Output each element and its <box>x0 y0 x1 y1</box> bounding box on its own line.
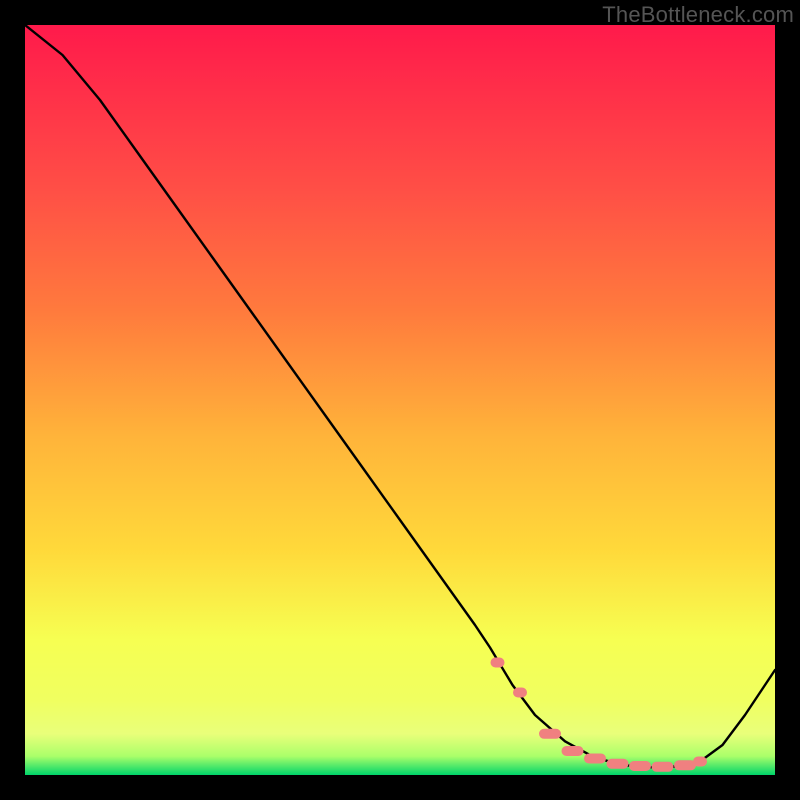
highlight-dot <box>562 746 584 756</box>
highlight-dot <box>584 754 606 764</box>
highlight-dot <box>539 729 561 739</box>
highlight-dot <box>491 658 505 668</box>
highlight-dot <box>652 762 674 772</box>
highlight-dot <box>513 688 527 698</box>
plot-area <box>25 25 775 775</box>
highlight-dot <box>693 757 707 767</box>
highlight-dot <box>674 760 696 770</box>
highlight-dot <box>629 761 651 771</box>
chart-frame: TheBottleneck.com <box>0 0 800 800</box>
chart-svg <box>25 25 775 775</box>
highlight-dot <box>607 759 629 769</box>
